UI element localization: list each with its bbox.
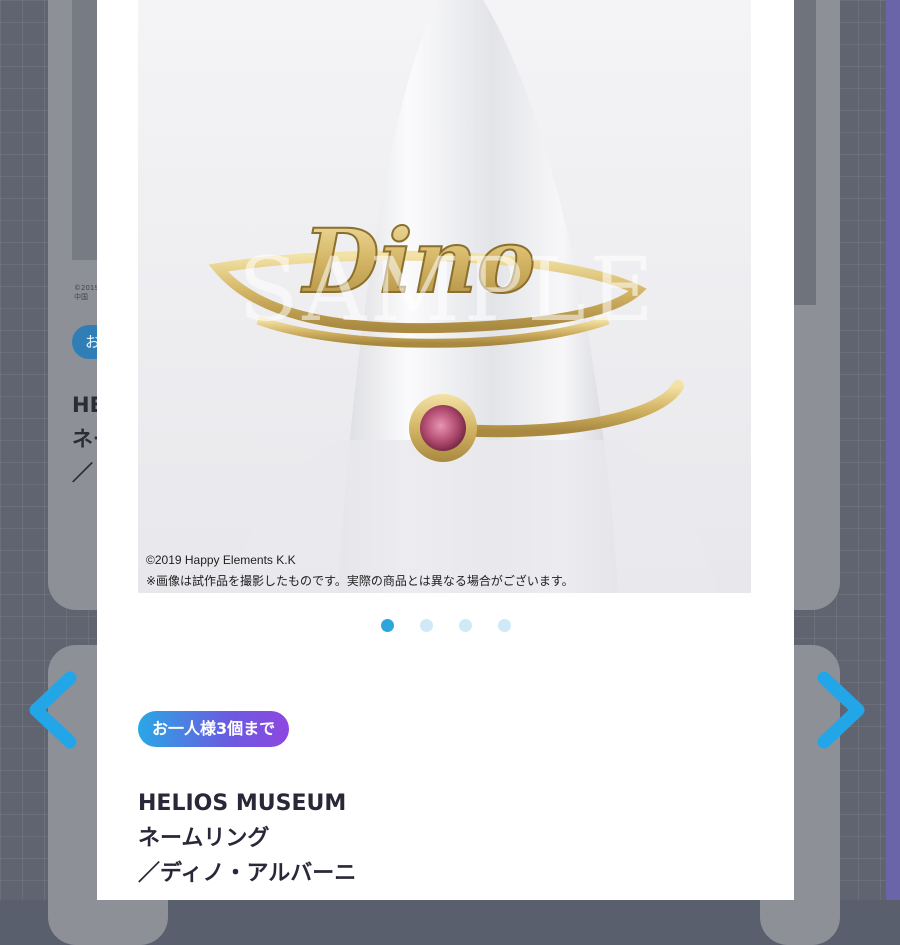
carousel-dot[interactable] [419,619,433,632]
purchase-limit-badge: お一人様3個まで [138,711,290,747]
product-title-line: HELIOS MUSEUM [138,791,347,816]
glass-stand-base [228,440,718,593]
carousel-dot[interactable] [458,619,472,632]
carousel-dot[interactable] [380,619,394,632]
chevron-left-icon [29,671,77,749]
background-caption-line: ©2019 [74,284,98,292]
carousel-dot[interactable] [497,619,511,632]
background-side-band [886,0,900,900]
image-copyright: ©2019 Happy Elements K.K [146,553,296,567]
product-title: HELIOS MUSEUM ネームリング ／ディノ・アルバーニ [138,786,356,891]
next-button[interactable] [812,670,872,750]
product-detail-modal: Dino SAMPLE ©2019 Happy Elements K.K ※画像… [97,0,794,900]
gem-stone [420,405,466,451]
image-disclaimer: ※画像は試作品を撮影したものです。実際の商品とは異なる場合がございます。 [146,574,574,588]
background-title-line: ／ [72,461,93,485]
product-title-line: ネームリング [138,826,270,851]
background-caption-line: 中国 [74,293,88,301]
previous-button[interactable] [22,670,82,750]
sample-watermark: SAMPLE [238,238,658,341]
product-image-slide[interactable]: Dino SAMPLE ©2019 Happy Elements K.K ※画像… [138,0,751,593]
background-card-title: HELIOS MUSEUM ネームリング ／ [72,388,98,490]
background-title-line: HELIOS MUSEUM [72,393,98,417]
background-title-line: ネームリング [72,427,98,451]
carousel-pagination [97,617,794,632]
product-title-line: ／ディノ・アルバーニ [138,861,357,886]
background-card-caption: ©2019 中国 [74,284,98,302]
chevron-right-icon [817,671,865,749]
